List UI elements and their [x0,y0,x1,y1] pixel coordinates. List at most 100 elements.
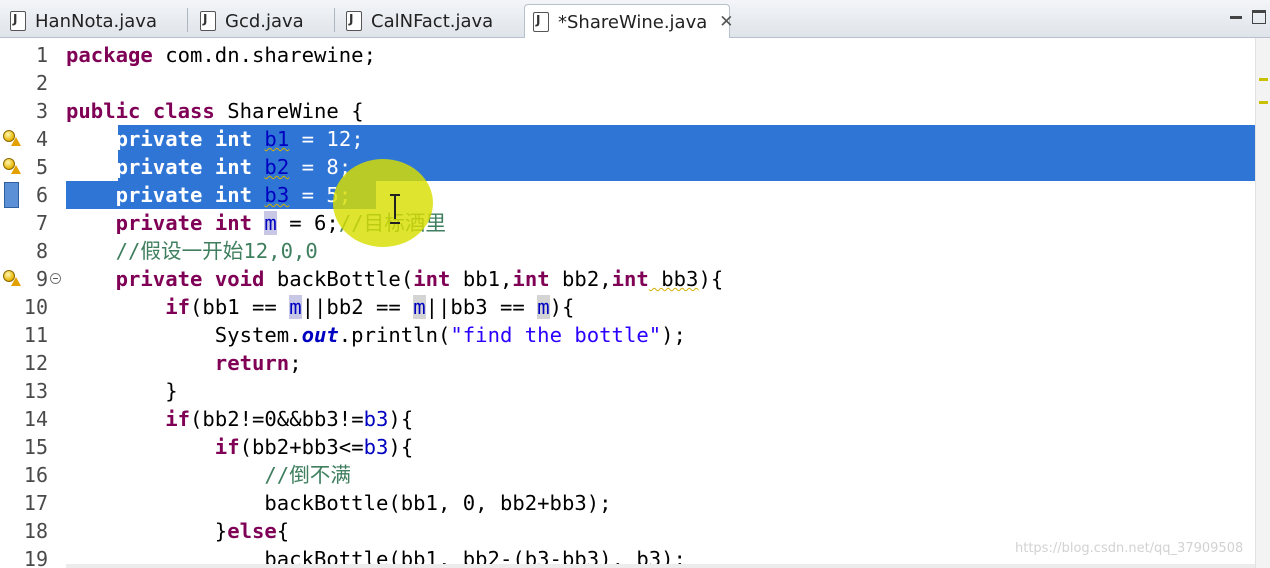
line-number: 4 [35,127,48,151]
code-token: m [413,295,426,319]
maximize-icon[interactable] [1252,10,1266,24]
code-token: private [115,183,203,207]
code-line[interactable]: 11 System.out.println("find the bottle")… [0,321,1255,349]
code-token: } [66,519,228,543]
code-token: "find the bottle" [450,323,662,347]
code-token: = 12; [289,127,364,151]
line-number: 13 [23,379,48,403]
code-line[interactable]: 14 if(bb2!=0&&bb3!=b3){ [0,405,1255,433]
code-line[interactable]: 9 private void backBottle(int bb1,int bb… [0,265,1255,293]
code-token: = 8; [289,155,352,179]
code-line[interactable]: 2 [0,69,1255,97]
code-text: //假设一开始12,0,0 [66,237,318,265]
tab-gcd[interactable]: Gcd.java [192,4,330,38]
overview-warning-marker[interactable] [1259,101,1268,104]
code-text: } [66,377,177,405]
code-line[interactable]: 10 if(bb1 == m||bb2 == m||bb3 == m){ [0,293,1255,321]
line-number: 7 [35,211,48,235]
overview-ruler[interactable] [1255,38,1270,568]
code-text: private int b2 = 8; [66,153,352,181]
tab-hannota[interactable]: HanNota.java [2,4,182,38]
horizontal-scrollbar[interactable] [66,564,1255,568]
code-token: ; [289,351,302,375]
line-number: 12 [23,351,48,375]
code-token: int [214,155,253,179]
warning-triangle-shape [11,277,21,286]
editor-tab-bar: HanNota.java Gcd.java CalNFact.java *Sha… [0,0,1270,39]
line-number: 17 [23,491,48,515]
code-text: //倒不满 [66,461,351,489]
overview-warning-marker[interactable] [1259,78,1268,81]
code-token: int [214,183,253,207]
code-token: int [611,267,649,291]
code-token: private [115,155,203,179]
tab-label: *ShareWine.java [558,11,708,33]
code-editor[interactable]: 1 package com.dn.sharewine; 2 3 public class… [0,38,1270,568]
code-token: ShareWine { [214,99,364,123]
code-line[interactable]: 1 package com.dn.sharewine; [0,41,1255,69]
code-token: backBottle( [276,267,414,291]
code-line[interactable]: 12 return; [0,349,1255,377]
code-line[interactable]: 4 private int b1 = 12; [0,125,1255,153]
code-line[interactable]: 13 } [0,377,1255,405]
code-line[interactable]: 17 backBottle(bb1, 0, bb2+bb3); [0,489,1255,517]
code-token: else [227,519,277,543]
code-token: package [66,43,153,67]
code-token: b2 [264,155,290,179]
code-token: int [512,267,550,291]
code-token: out [301,323,339,347]
warning-triangle-shape [11,137,21,146]
line-number: 16 [23,463,48,487]
code-line[interactable]: 3 public class ShareWine { [0,97,1255,125]
code-line[interactable]: 16 //倒不满 [0,461,1255,489]
tab-label: HanNota.java [35,10,157,32]
code-token: bb2, [549,267,612,291]
code-token: int [214,127,253,151]
tab-divider [187,8,188,32]
code-line[interactable]: 6 private int b3 = 5; [0,181,1255,209]
selection-marker [4,182,19,208]
line-number: 8 [35,239,48,263]
warning-lightbulb-icon[interactable] [3,130,21,147]
code-token: b3 [363,407,389,431]
warning-lightbulb-icon[interactable] [3,158,21,175]
code-token: if [165,295,191,319]
tab-divider [334,8,335,32]
code-token: int [214,211,253,235]
code-text: System.out.println("find the bottle"); [66,321,686,349]
code-token: b3 [264,183,290,207]
line-number: 5 [35,155,48,179]
code-line[interactable]: 7 private int m = 6;//目标酒里 [0,209,1255,237]
close-tab-icon[interactable]: ✕ [719,12,733,32]
tab-calnfact[interactable]: CalNFact.java [338,4,520,38]
code-text: public class ShareWine { [66,97,364,125]
code-token: int [413,267,451,291]
code-token: ){ [549,295,575,319]
code-line[interactable]: 15 if(bb2+bb3<=b3){ [0,433,1255,461]
code-token: void [214,267,265,291]
fold-collapse-icon[interactable] [50,273,61,284]
code-line[interactable]: 5 private int b2 = 8; [0,153,1255,181]
code-line[interactable]: 8 //假设一开始12,0,0 [0,237,1255,265]
text-cursor-icon [390,194,400,224]
line-number: 9 [35,267,48,291]
warning-lightbulb-icon[interactable] [3,270,21,287]
line-number: 10 [23,295,48,319]
code-token: com.dn.sharewine; [152,43,376,67]
code-token: //假设一开始12,0,0 [115,239,318,263]
minimize-icon[interactable] [1229,10,1243,24]
tab-sharewine[interactable]: *ShareWine.java ✕ [524,4,734,39]
code-token: //倒不满 [264,463,351,487]
cursor-highlight [333,159,433,247]
